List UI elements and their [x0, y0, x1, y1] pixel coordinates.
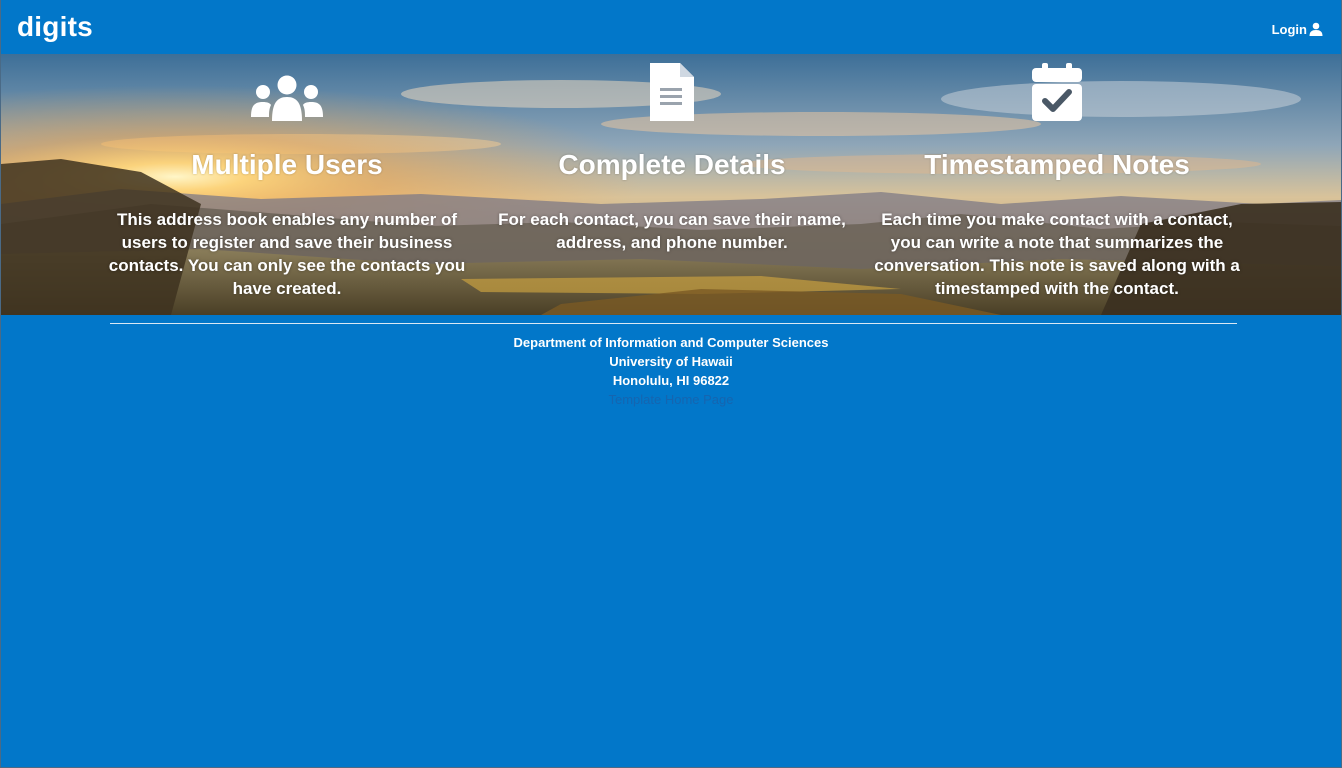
feature-title: Timestamped Notes [924, 149, 1190, 180]
feature-title: Complete Details [558, 149, 786, 180]
feature-description: Each time you make contact with a contac… [874, 210, 1240, 298]
users-icon [251, 75, 323, 126]
navbar: digits Login [1, 0, 1341, 54]
login-button[interactable]: Login [1272, 19, 1323, 39]
footer-university: University of Hawaii [609, 354, 733, 369]
brand-logo[interactable]: digits [17, 9, 93, 45]
login-label: Login [1271, 21, 1307, 37]
user-icon [1309, 22, 1323, 36]
footer-department: Department of Information and Computer S… [513, 335, 829, 350]
page: digits Login Multiple Users This address… [0, 0, 1342, 768]
feature-title: Multiple Users [191, 149, 383, 180]
template-home-page-link[interactable]: Template Home Page [1, 390, 1341, 409]
hero-banner: Multiple Users This address book enables… [1, 54, 1341, 315]
footer: Department of Information and Computer S… [1, 333, 1341, 409]
footer-divider [110, 323, 1237, 324]
calendar-check-icon [1032, 63, 1082, 126]
feature-description: This address book enables any number of … [108, 210, 466, 298]
file-text-icon [650, 63, 694, 126]
footer-address: Honolulu, HI 96822 [612, 373, 730, 388]
feature-description: For each contact, you can save their nam… [498, 210, 846, 252]
